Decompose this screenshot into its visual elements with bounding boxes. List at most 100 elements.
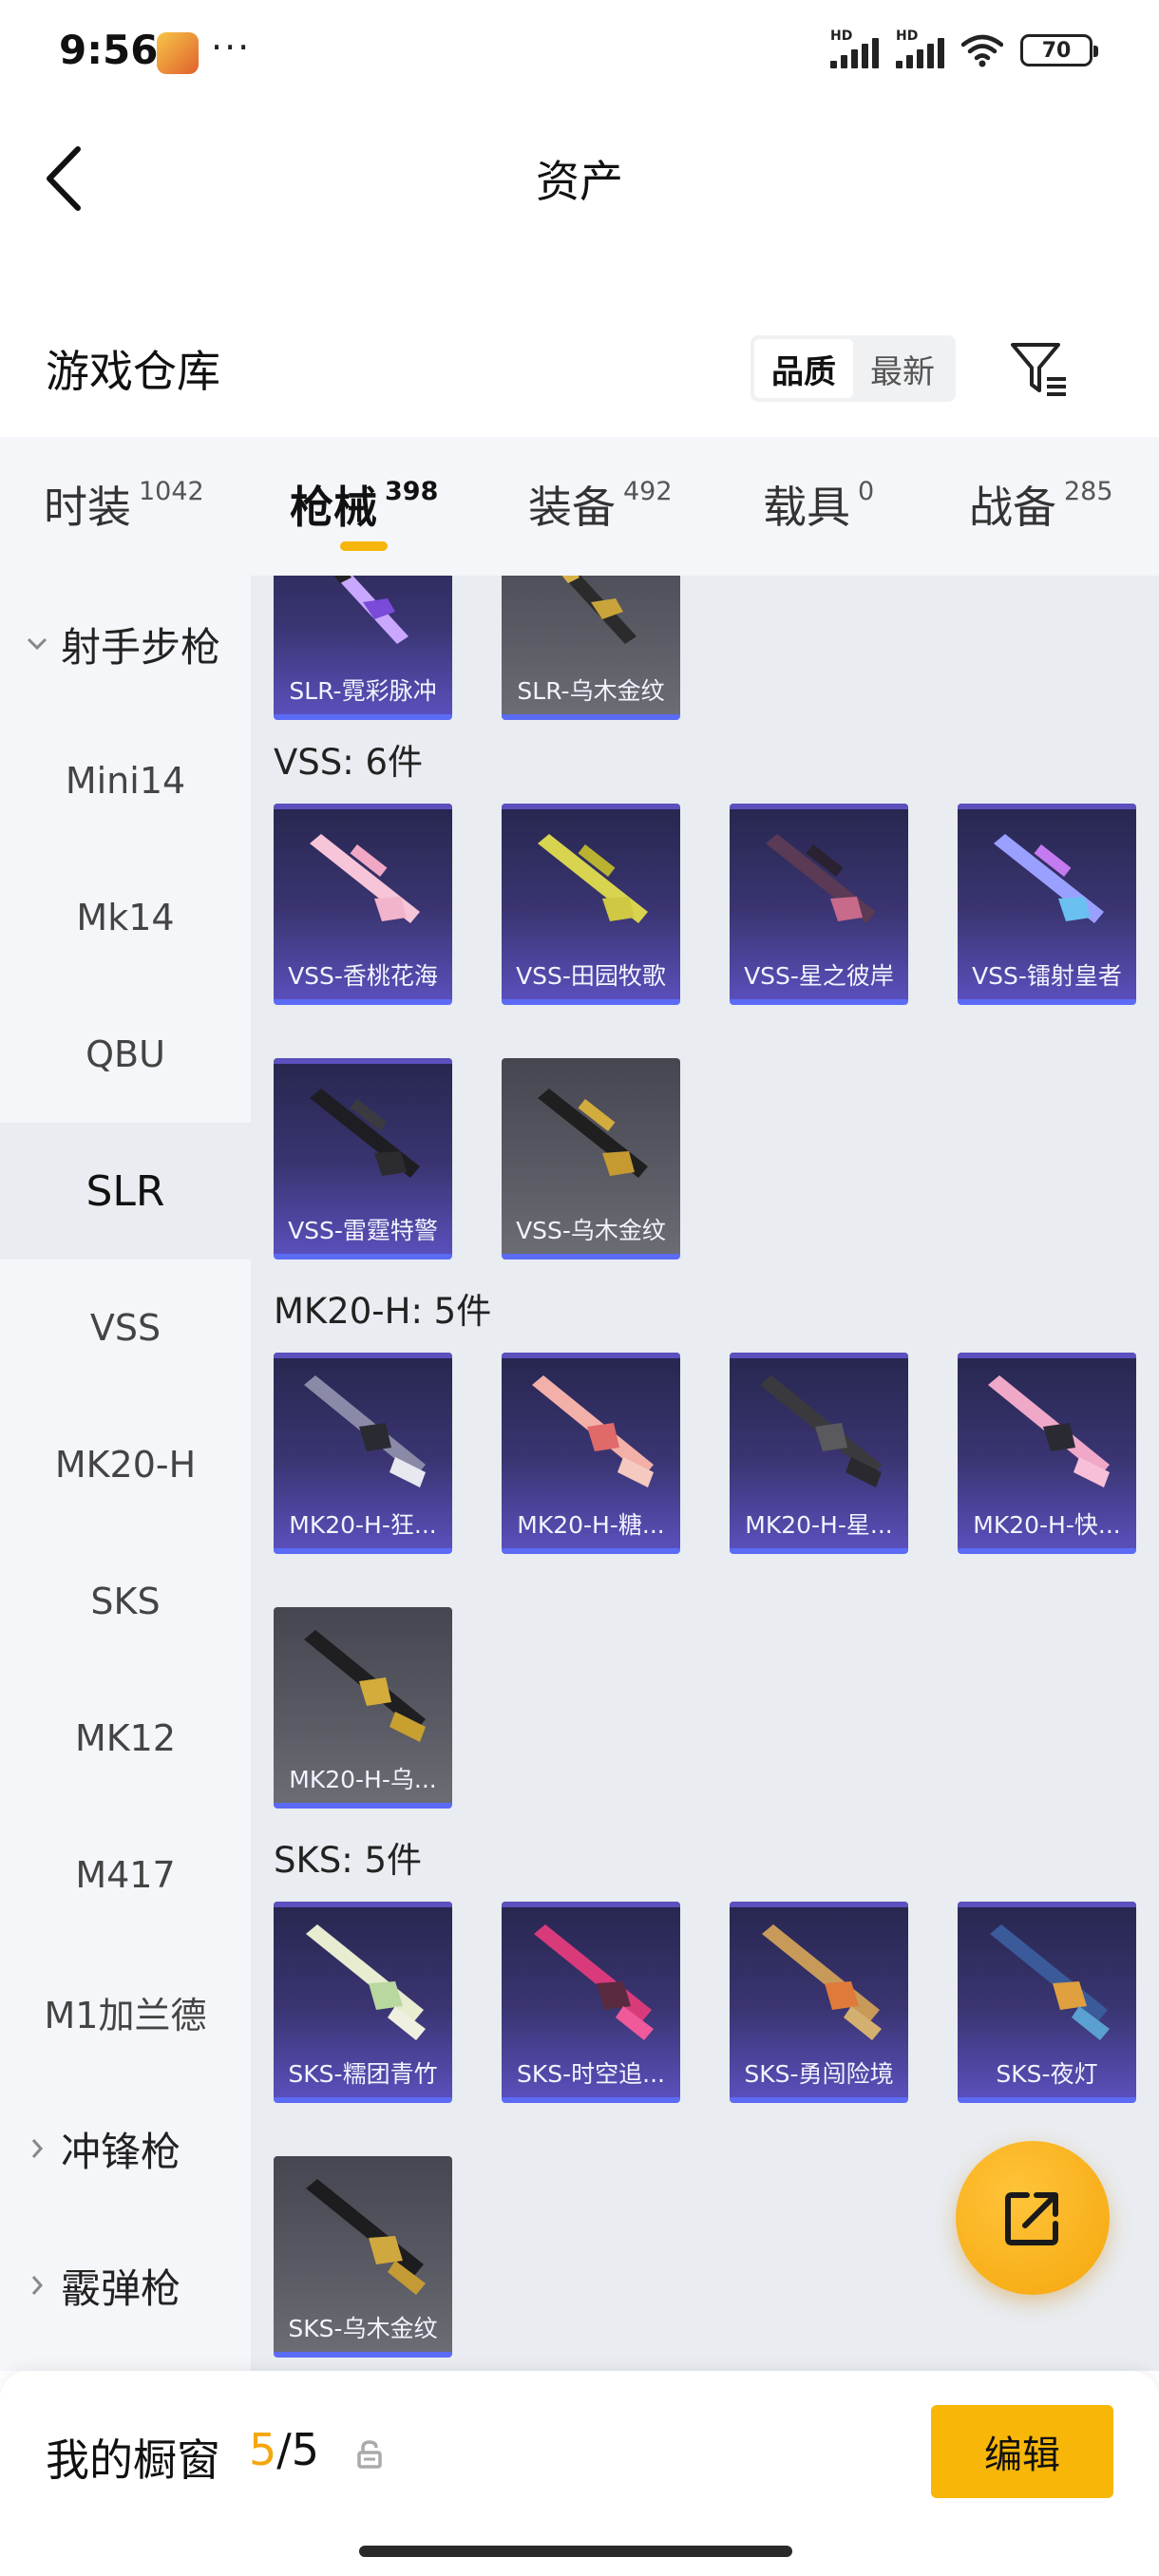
sidebar-item-mk14[interactable]: Mk14 xyxy=(0,849,251,986)
rifle-skin-image xyxy=(561,576,636,644)
home-indicator[interactable] xyxy=(359,2546,792,2557)
filter-button[interactable] xyxy=(1007,337,1070,400)
weapon-name: VSS-乌木金纹 xyxy=(516,1217,666,1244)
weapon-card[interactable]: VSS-镭射皇者 xyxy=(958,804,1136,1005)
app-root: 9:56 ··· HD HD 70 资产 游戏仓库 品质 最新 时装 1042 … xyxy=(0,0,1159,2576)
sidebar-item-vss[interactable]: VSS xyxy=(0,1260,251,1396)
sidebar-item-mini14[interactable]: Mini14 xyxy=(0,712,251,849)
mk20h-skin-image xyxy=(304,1375,426,1487)
share-icon xyxy=(1005,2192,1058,2245)
weapon-card[interactable]: MK20-H-糖... xyxy=(502,1353,680,1554)
rifle-skin-image xyxy=(333,576,408,644)
signal-icon: HD xyxy=(830,28,879,68)
sks-skin-image xyxy=(306,1924,426,2040)
sidebar-item-mk20h[interactable]: MK20-H xyxy=(0,1396,251,1533)
weapon-card[interactable]: SKS-糯团青竹 xyxy=(274,1902,452,2103)
active-tab-indicator xyxy=(340,541,388,551)
weapon-name: SKS-时空追... xyxy=(517,2060,665,2088)
status-time: 9:56 xyxy=(59,27,159,73)
sort-quality-button[interactable]: 品质 xyxy=(754,339,853,398)
sidebar-item-mk12[interactable]: MK12 xyxy=(0,1670,251,1807)
weapon-card[interactable]: SKS-乌木金纹 xyxy=(274,2156,452,2358)
sort-toggle: 品质 最新 xyxy=(750,335,956,402)
weapon-name: MK20-H-糖... xyxy=(517,1511,665,1539)
sidebar-group-marksman[interactable]: 射手步枪 xyxy=(0,576,251,712)
tab-firearms[interactable]: 枪械 398 xyxy=(290,473,438,536)
weapon-name: SKS-夜灯 xyxy=(996,2060,1098,2088)
showcase-count: 5/5 xyxy=(249,2424,320,2475)
weapon-card[interactable]: SKS-勇闯险境 xyxy=(730,1902,908,2103)
mk20h-skin-image xyxy=(760,1375,882,1487)
weapon-card[interactable]: VSS-田园牧歌 xyxy=(502,804,680,1005)
chevron-right-icon xyxy=(23,2271,51,2300)
tab-vehicles[interactable]: 载具 0 xyxy=(763,473,874,536)
weapon-card[interactable]: MK20-H-星... xyxy=(730,1353,908,1554)
weapon-name: SKS-勇闯险境 xyxy=(744,2060,894,2088)
status-bar: 9:56 ··· HD HD 70 xyxy=(0,0,1159,104)
weapon-name: SKS-乌木金纹 xyxy=(288,2315,438,2342)
status-icons: HD HD 70 xyxy=(830,28,1098,68)
battery-icon: 70 xyxy=(1020,34,1098,66)
sidebar-group-label: 霰弹枪 xyxy=(61,2264,181,2312)
sks-skin-image xyxy=(762,1924,882,2040)
weapon-category-sidebar: 射手步枪 Mini14 Mk14 QBU SLR VSS MK20-H SKS … xyxy=(0,576,251,2371)
sidebar-item-slr[interactable]: SLR xyxy=(0,1123,251,1260)
weapon-card[interactable]: MK20-H-快... xyxy=(958,1353,1136,1554)
vss-skin-image xyxy=(310,834,420,923)
weapon-card[interactable]: SLR-乌木金纹 xyxy=(502,576,680,720)
sidebar-item-qbu[interactable]: QBU xyxy=(0,986,251,1123)
app-notification-icon xyxy=(157,32,199,74)
sidebar-group-label: 射手步枪 xyxy=(61,623,221,671)
sks-skin-image xyxy=(534,1924,654,2040)
weapon-name: VSS-镭射皇者 xyxy=(972,962,1122,990)
weapon-name: MK20-H-星... xyxy=(745,1511,893,1539)
share-button[interactable] xyxy=(956,2141,1110,2295)
sort-newest-button[interactable]: 最新 xyxy=(853,339,952,398)
sks-skin-image xyxy=(990,1924,1110,2040)
chevron-down-icon xyxy=(23,630,51,658)
weapon-card[interactable]: SKS-时空追... xyxy=(502,1902,680,2103)
chevron-right-icon xyxy=(23,2134,51,2163)
weapon-name: SKS-糯团青竹 xyxy=(288,2060,438,2088)
weapon-card[interactable]: VSS-香桃花海 xyxy=(274,804,452,1005)
weapon-card[interactable]: MK20-H-狂... xyxy=(274,1353,452,1554)
edit-button[interactable]: 编辑 xyxy=(931,2405,1113,2498)
weapon-card[interactable]: VSS-雷霆特警 xyxy=(274,1058,452,1260)
weapon-name: MK20-H-狂... xyxy=(289,1511,437,1539)
lock-icon xyxy=(357,2440,382,2469)
weapon-name: VSS-香桃花海 xyxy=(288,962,438,990)
weapon-card[interactable]: MK20-H-乌... xyxy=(274,1607,452,1809)
section-title-vss: VSS: 6件 xyxy=(274,742,424,783)
sidebar-group-smg[interactable]: 冲锋枪 xyxy=(0,2080,251,2217)
sidebar-group-shotgun[interactable]: 霰弹枪 xyxy=(0,2217,251,2354)
weapon-name: MK20-H-乌... xyxy=(289,1766,437,1793)
showcase-label: 我的橱窗 xyxy=(46,2434,220,2486)
vss-skin-image xyxy=(310,1089,420,1178)
section-title-mk20h: MK20-H: 5件 xyxy=(274,1291,492,1332)
wifi-icon xyxy=(961,34,1003,67)
vss-skin-image xyxy=(538,1089,648,1178)
showcase-bar: 我的橱窗 5/5 编辑 xyxy=(0,2371,1159,2576)
weapon-name: VSS-星之彼岸 xyxy=(744,962,894,990)
page-title: 资产 xyxy=(536,156,623,207)
filter-icon xyxy=(1011,343,1066,396)
sidebar-item-sks[interactable]: SKS xyxy=(0,1533,251,1670)
weapon-name: SLR-乌木金纹 xyxy=(517,677,665,705)
signal-icon-2: HD xyxy=(896,28,944,68)
section-title-sks: SKS: 5件 xyxy=(274,1840,423,1881)
more-notifications-icon: ··· xyxy=(211,27,252,68)
tab-fashion[interactable]: 时装 1042 xyxy=(44,473,204,536)
weapon-name: SLR-霓彩脉冲 xyxy=(289,677,437,705)
mk20h-skin-image xyxy=(304,1630,426,1742)
weapon-card[interactable]: VSS-星之彼岸 xyxy=(730,804,908,1005)
weapon-card[interactable]: SKS-夜灯 xyxy=(958,1902,1136,2103)
sidebar-item-m417[interactable]: M417 xyxy=(0,1807,251,1943)
tab-supplies[interactable]: 战备 285 xyxy=(969,473,1113,536)
sidebar-item-m1garand[interactable]: M1加兰德 xyxy=(0,1943,251,2080)
vss-skin-image xyxy=(538,834,648,923)
category-tabs: 时装 1042 枪械 398 装备 492 载具 0 战备 285 xyxy=(0,437,1159,578)
weapon-card[interactable]: VSS-乌木金纹 xyxy=(502,1058,680,1260)
weapon-card[interactable]: SLR-霓彩脉冲 xyxy=(274,576,452,720)
sks-skin-image xyxy=(306,2179,426,2295)
tab-equipment[interactable]: 装备 492 xyxy=(528,473,673,536)
